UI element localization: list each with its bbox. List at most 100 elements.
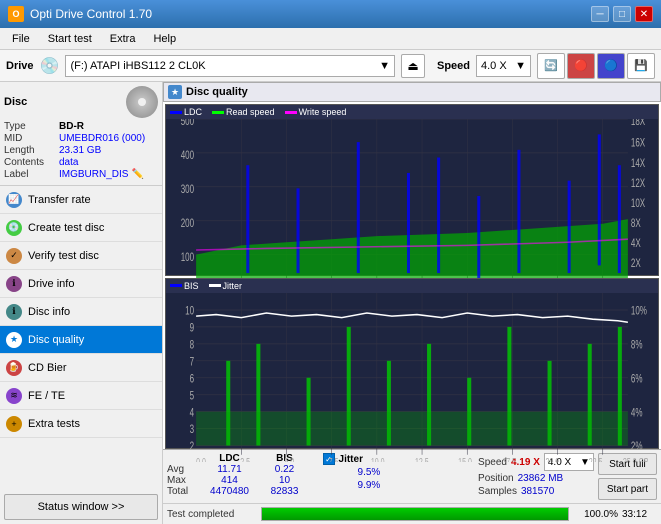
legend-jitter: Jitter bbox=[209, 281, 243, 291]
read-speed-color bbox=[212, 111, 224, 114]
jitter-max: 9.9% bbox=[358, 480, 381, 491]
svg-text:7: 7 bbox=[190, 355, 195, 368]
sidebar-item-drive-info[interactable]: ℹ Drive info bbox=[0, 270, 162, 298]
nav-label-verify-test: Verify test disc bbox=[28, 250, 99, 262]
svg-text:100: 100 bbox=[181, 251, 195, 264]
svg-text:500: 500 bbox=[181, 119, 195, 129]
max-bis: 10 bbox=[257, 475, 312, 486]
disc-mid-row: MID UMEBDR016 (000) bbox=[4, 133, 158, 144]
position-label: Position bbox=[478, 473, 514, 484]
length-label: Length bbox=[4, 145, 59, 156]
menu-extra[interactable]: Extra bbox=[102, 31, 144, 47]
info-button[interactable]: 🔵 bbox=[597, 53, 625, 79]
ldc-color bbox=[170, 111, 182, 114]
speed-dropdown-arrow: ▼ bbox=[515, 60, 526, 72]
sidebar-item-verify-test-disc[interactable]: ✓ Verify test disc bbox=[0, 242, 162, 270]
samples-label: Samples bbox=[478, 486, 517, 497]
stats-max-row: Max 414 10 bbox=[167, 475, 319, 486]
fe-te-icon: ≋ bbox=[6, 388, 22, 404]
disc-section: Disc Type BD-R MID UMEBDR016 (000) Lengt… bbox=[0, 82, 162, 186]
svg-text:15.0: 15.0 bbox=[458, 456, 472, 462]
svg-text:4: 4 bbox=[190, 406, 195, 419]
drive-type-icon: 💿 bbox=[40, 56, 60, 76]
svg-text:5.0: 5.0 bbox=[284, 456, 294, 462]
content-area: ★ Disc quality LDC Read speed bbox=[163, 82, 661, 524]
app-icon: O bbox=[8, 6, 24, 22]
main-layout: Disc Type BD-R MID UMEBDR016 (000) Lengt… bbox=[0, 82, 661, 524]
drive-select[interactable]: (F:) ATAPI iHBS112 2 CL0K ▼ bbox=[65, 55, 395, 77]
svg-text:10X: 10X bbox=[631, 197, 645, 210]
disc-length-row: Length 23.31 GB bbox=[4, 145, 158, 156]
svg-text:4%: 4% bbox=[631, 406, 643, 419]
window-controls: ─ □ ✕ bbox=[591, 6, 653, 22]
save-button[interactable]: 💾 bbox=[627, 53, 655, 79]
minimize-button[interactable]: ─ bbox=[591, 6, 609, 22]
write-speed-color bbox=[285, 111, 297, 114]
nav-label-drive-info: Drive info bbox=[28, 278, 74, 290]
nav-label-transfer-rate: Transfer rate bbox=[28, 194, 91, 206]
avg-ldc: 11.71 bbox=[202, 464, 257, 475]
disc-quality-icon: ★ bbox=[6, 332, 22, 348]
drive-label: Drive bbox=[6, 60, 34, 72]
refresh-button[interactable]: 🔄 bbox=[537, 53, 565, 79]
menu-bar: File Start test Extra Help bbox=[0, 28, 661, 50]
progress-bar-container bbox=[261, 507, 569, 521]
app-title: Opti Drive Control 1.70 bbox=[30, 7, 152, 21]
bottom-chart-legend: BIS Jitter bbox=[166, 279, 658, 293]
menu-help[interactable]: Help bbox=[145, 31, 184, 47]
toolbar-buttons: 🔄 🔴 🔵 💾 bbox=[537, 53, 655, 79]
progress-label: Test completed bbox=[167, 509, 257, 520]
sidebar-item-fe-te[interactable]: ≋ FE / TE bbox=[0, 382, 162, 410]
disc-header: Disc bbox=[4, 86, 158, 118]
disc-type-row: Type BD-R bbox=[4, 121, 158, 132]
settings-button[interactable]: 🔴 bbox=[567, 53, 595, 79]
svg-text:22.5: 22.5 bbox=[589, 456, 603, 462]
close-button[interactable]: ✕ bbox=[635, 6, 653, 22]
svg-text:2.5: 2.5 bbox=[240, 456, 250, 462]
svg-text:12X: 12X bbox=[631, 177, 645, 190]
svg-text:6: 6 bbox=[190, 372, 195, 385]
max-ldc: 414 bbox=[202, 475, 257, 486]
sidebar: Disc Type BD-R MID UMEBDR016 (000) Lengt… bbox=[0, 82, 163, 524]
svg-text:9: 9 bbox=[190, 322, 195, 335]
type-label: Type bbox=[4, 121, 59, 132]
max-label: Max bbox=[167, 475, 202, 486]
svg-text:0.0: 0.0 bbox=[196, 456, 206, 462]
sidebar-item-create-test-disc[interactable]: 💿 Create test disc bbox=[0, 214, 162, 242]
status-window-button[interactable]: Status window >> bbox=[4, 494, 158, 520]
label-label: Label bbox=[4, 169, 59, 180]
legend-read-speed: Read speed bbox=[212, 107, 275, 117]
jitter-avg-row: 9.5% bbox=[323, 467, 475, 478]
type-value: BD-R bbox=[59, 121, 84, 132]
contents-label: Contents bbox=[4, 157, 59, 168]
speed-select[interactable]: 4.0 X ▼ bbox=[476, 55, 531, 77]
menu-file[interactable]: File bbox=[4, 31, 38, 47]
svg-text:20.0: 20.0 bbox=[546, 456, 560, 462]
edit-icon[interactable]: ✏️ bbox=[131, 169, 143, 180]
mid-value: UMEBDR016 (000) bbox=[59, 133, 145, 144]
svg-text:12.5: 12.5 bbox=[415, 456, 429, 462]
svg-text:2: 2 bbox=[190, 440, 195, 453]
cd-bier-icon: 🍺 bbox=[6, 360, 22, 376]
svg-text:2%: 2% bbox=[631, 440, 643, 453]
charts-container: LDC Read speed Write speed bbox=[163, 104, 661, 449]
contents-value: data bbox=[59, 157, 78, 168]
menu-start-test[interactable]: Start test bbox=[40, 31, 100, 47]
maximize-button[interactable]: □ bbox=[613, 6, 631, 22]
verify-test-icon: ✓ bbox=[6, 248, 22, 264]
samples-value: 381570 bbox=[521, 486, 554, 497]
top-chart: LDC Read speed Write speed bbox=[165, 104, 659, 276]
speed-value: 4.0 X bbox=[481, 60, 507, 72]
svg-text:3: 3 bbox=[190, 423, 195, 436]
sidebar-item-cd-bier[interactable]: 🍺 CD Bier bbox=[0, 354, 162, 382]
start-part-button[interactable]: Start part bbox=[598, 478, 657, 500]
label-value: IMGBURN_DIS bbox=[59, 169, 128, 180]
sidebar-item-disc-quality[interactable]: ★ Disc quality bbox=[0, 326, 162, 354]
sidebar-item-disc-info[interactable]: ℹ Disc info bbox=[0, 298, 162, 326]
eject-button[interactable]: ⏏ bbox=[401, 54, 425, 78]
svg-text:7.5: 7.5 bbox=[329, 456, 339, 462]
sidebar-item-extra-tests[interactable]: + Extra tests bbox=[0, 410, 162, 438]
disc-title: Disc bbox=[4, 96, 27, 108]
svg-text:200: 200 bbox=[181, 217, 195, 230]
sidebar-item-transfer-rate[interactable]: 📈 Transfer rate bbox=[0, 186, 162, 214]
